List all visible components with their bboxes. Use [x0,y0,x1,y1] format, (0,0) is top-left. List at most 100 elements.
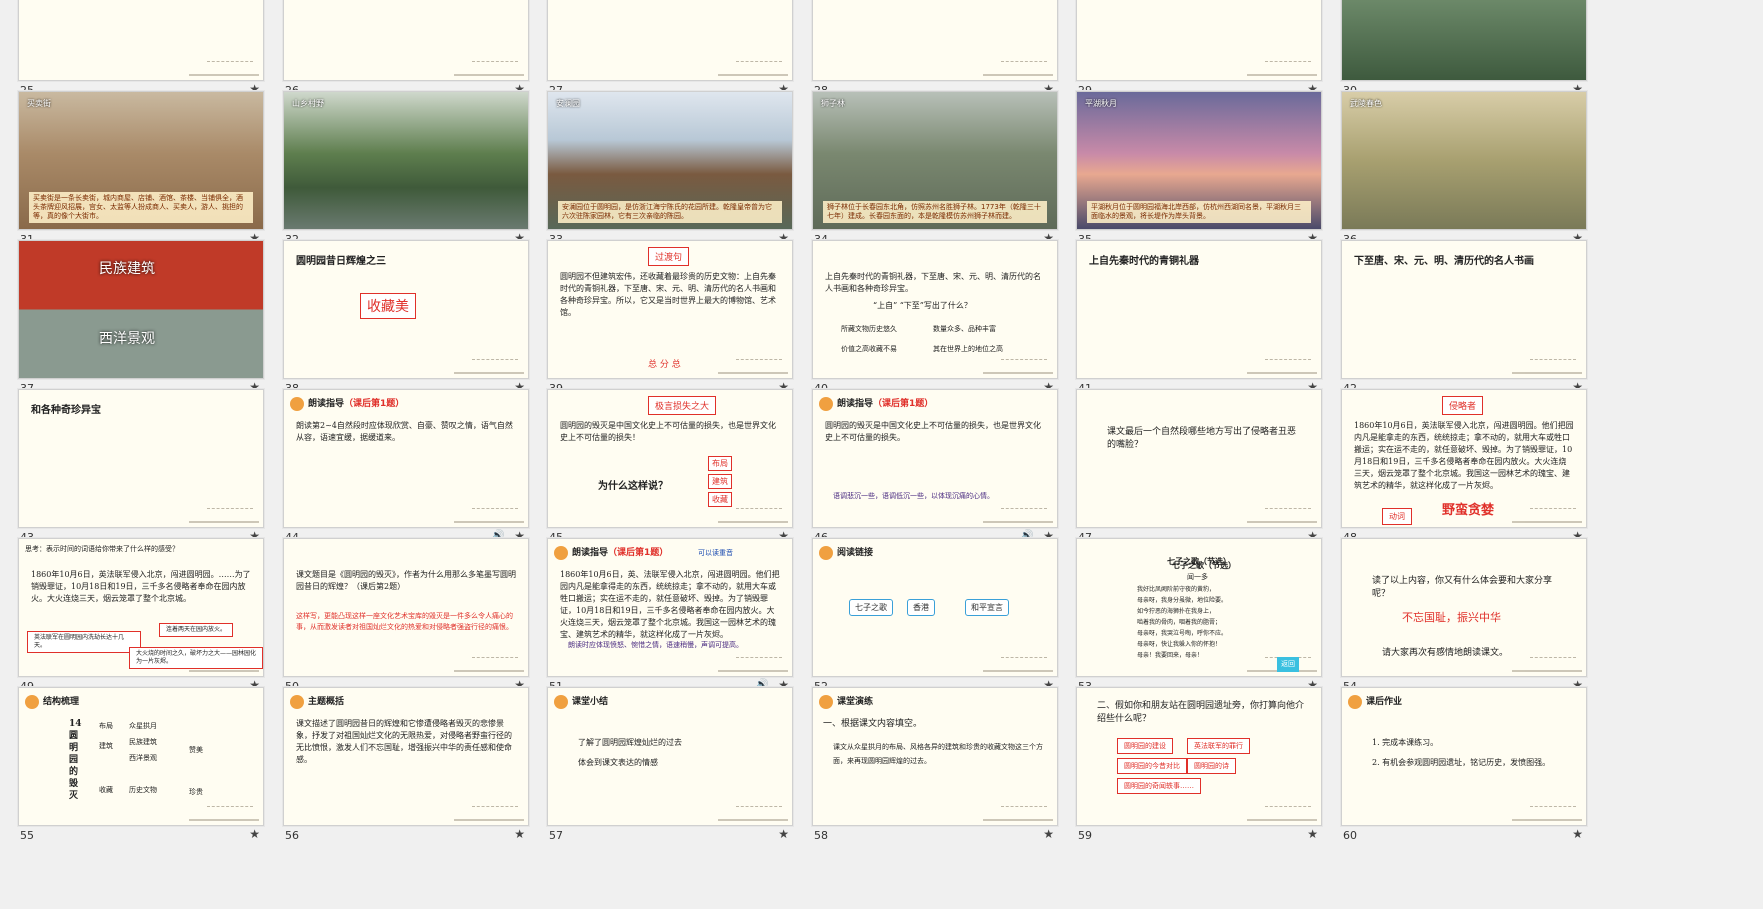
intro-topic: 圆明园的奇闻轶事…… [1117,778,1201,794]
slide-cell-34[interactable]: 狮子林 狮子林位于长春园东北角，仿照苏州名胜狮子林。1773年（乾隆三十七年）建成… [812,91,1060,258]
slide-thumbnail[interactable]: 狮子林 狮子林位于长春园东北角，仿照苏州名胜狮子林。1773年（乾隆三十七年）建成… [812,91,1058,230]
slide-thumbnail[interactable]: 上自先秦时代的青铜礼器，下至唐、宋、元、明、清历代的名人书画和各种奇珍异宝。 “上… [812,240,1058,379]
slide-cell-46[interactable]: 朗读指导（课后第1题） 圆明园的毁灭是中国文化史上不可估量的损失，也是世界文化史上… [812,389,1060,556]
slide-thumbnail[interactable]: 主题概括 课文描述了圆明园昔日的辉煌和它惨遭侵略者毁灭的悲惨景象，抒发了对祖国灿烂… [283,687,529,826]
slide-cell-38[interactable]: 圆明园昔日辉煌之三收藏美38★ [283,240,531,407]
slide-thumbnail[interactable]: 上自先秦时代的青铜礼器 [1076,240,1322,379]
slide-thumbnail[interactable]: 总特点 [283,0,529,81]
slide-thumbnail[interactable]: 侵略者 1860年10月6日，英法联军侵入北京，闯进圆明园。他们把园内凡是能拿走的… [1341,389,1587,528]
ink-landscape-decoration [718,354,788,374]
slide-thumbnail[interactable]: 宏大众星拱月 [547,0,793,81]
star-icon[interactable]: ★ [1307,827,1318,841]
slide-photo-title: 安澜园 [556,99,580,108]
slide-photo-title: 平湖秋月 [1085,99,1117,108]
slide-thumbnail[interactable]: 课后作业 1. 完成本课练习。 2. 有机会参观圆明园遗址，铭记历史，发愤图强。 [1341,687,1587,826]
slide-cell-59[interactable]: 二、假如你和朋友站在圆明园遗址旁，你打算向他介绍些什么呢？ 圆明园的建设 英法联军的… [1076,687,1324,854]
slide-cell-58[interactable]: 课堂演练一、根据课文内容填空。课文从众星拱月的布局、风格各异的建筑和珍贵的收藏文… [812,687,1060,854]
slide-cell-60[interactable]: 课后作业 1. 完成本课练习。 2. 有机会参观圆明园遗址，铭记历史，发愤图强。 60… [1341,687,1589,854]
slide-thumbnail[interactable] [1341,0,1587,81]
ink-landscape-decoration [1247,56,1317,76]
slide-thumbnail[interactable]: 武陵春色 [1341,91,1587,230]
slide-thumbnail[interactable]: 下至唐、宋、元、明、清历代的名人书画 [1341,240,1587,379]
poem-author: 闻一多 [1187,573,1208,581]
slide-thumbnail[interactable] [812,0,1058,81]
slide-thumbnail[interactable]: 朗读指导（课后第1题） 可以读重音 1860年10月6日，英、法联军侵入北京，闯进圆… [547,538,793,677]
aspect-tag: 收藏 [708,492,732,507]
slide-thumbnail[interactable]: 朗读指导（课后第1题） 圆明园的毁灭是中国文化史上不可估量的损失，也是世界文化史上… [812,389,1058,528]
structure-node: 建筑 [99,742,113,750]
structure-node: 赞美 [189,746,203,754]
slide-thumbnail[interactable]: 阅读链接七子之歌 香港 和平宣言 [812,538,1058,677]
slide-cell-52[interactable]: 阅读链接七子之歌香港和平宣言52★ [812,538,1060,705]
reading-link-pill[interactable]: 七子之歌 [849,599,893,616]
slide-cell-32[interactable]: 山乡村野32★ [283,91,531,258]
slide-cell-36[interactable]: 武陵春色36★ [1341,91,1589,258]
slide-cell-44[interactable]: 朗读指导（课后第1题） 朗读第2~4自然段时应体现欣赏、自豪、赞叹之情，语气自然从… [283,389,531,556]
poem-line: 母亲！我要回来，母亲！ [1137,652,1204,659]
slide-cell-42[interactable]: 下至唐、宋、元、明、清历代的名人书画42★ [1341,240,1589,407]
slide-cell-31[interactable]: 买卖街 买卖街是一条长卖街，城内商屋、店铺、酒馆、茶楼、当铺俱全，酒头茶牌迎风招展… [18,91,266,258]
slide-cell-55[interactable]: 结构梳理 14圆明园的毁灭 布局 众星拱月 建筑 民族建筑 西洋景观 收藏 历史文物 赞美 珍贵 55… [18,687,266,854]
ink-landscape-decoration [718,652,788,672]
slide-thumbnail[interactable]: 朗读指导（课后第1题） 朗读第2~4自然段时应体现欣赏、自豪、赞叹之情，语气自然从… [283,389,529,528]
slide-thumbnail[interactable]: 风格多样中外风景名胜幻想的境界 [1076,0,1322,81]
star-icon[interactable]: ★ [249,827,260,841]
ink-landscape-decoration [454,801,524,821]
fill-in-text: 课文从众星拱月的布局、风格各异的建筑和珍贵的收藏文物这三个方面，来再现圆明园辉煌… [833,743,1043,765]
slide-cell-51[interactable]: 朗读指导（课后第1题） 可以读重音 1860年10月6日，英、法联军侵入北京，闯进圆… [547,538,795,705]
slide-thumbnail[interactable]: 和各种奇珍异宝 [18,389,264,528]
slide-thumbnail[interactable]: 圆明园昔日辉煌之三 收藏美 [283,240,529,379]
reading-link-pill[interactable]: 和平宣言 [965,599,1009,616]
slide-cell-57[interactable]: 课堂小结 了解了圆明园辉煌灿烂的过去 体会到课文表达的情感 57 ★ [547,687,795,854]
slide-thumbnail[interactable]: 读了以上内容，你又有什么体会要和大家分享呢？ 请大家再次有感情地朗读课文。 不忘国耻… [1341,538,1587,677]
slide-body-text: 一、根据课文内容填空。 [823,719,923,729]
slide-thumbnail[interactable]: 平湖秋月 平湖秋月位于圆明园福海北岸西部，仿杭州西湖同名景，平湖秋月三面临水的景观… [1076,91,1322,230]
section-header: 课堂演练 [819,694,873,709]
ink-landscape-decoration [983,354,1053,374]
header-label: 阅读链接 [837,548,874,558]
section-header: 课后作业 [1348,694,1402,709]
slide-cell-33[interactable]: 安澜园 安澜园位于圆明园，是仿浙江海宁陈氏的花园所建。乾隆皇帝曾为它六次驻陈家园林… [547,91,795,258]
slide-thumbnail[interactable]: 买卖街 买卖街是一条长卖街，城内商屋、店铺、酒馆、茶楼、当铺俱全，酒头茶牌迎风招展… [18,91,264,230]
slide-thumbnail[interactable]: 二、假如你和朋友站在圆明园遗址旁，你打算向他介绍些什么呢？ 圆明园的建设 英法联军的… [1076,687,1322,826]
slide-thumbnail[interactable]: 过渡句 圆明园不但建筑宏伟，还收藏着最珍贵的历史文物：上自先秦时代的青铜礼器，下至… [547,240,793,379]
slide-thumbnail[interactable]: 极言损失之大 圆明园的毁灭是中国文化史上不可估量的损失，也是世界文化史上不可估量的… [547,389,793,528]
slide-thumbnail[interactable]: 七子之歌（节选） 七子之歌（节选） 闻一多 我好比凤阙阶前守夜的黄豹， 母亲呀，我身分虽… [1076,538,1322,677]
answer-text: 这样写，更能凸现这样一座文化艺术宝库的毁灭是一件多么令人痛心的事，从而激发读者对… [296,612,513,631]
slide-thumbnail[interactable]: 安澜园 安澜园位于圆明园，是仿浙江海宁陈氏的花园所建。乾隆皇帝曾为它六次驻陈家园林… [547,91,793,230]
intro-topic: 圆明园的诗 [1187,758,1236,774]
structure-node: 西洋景观 [129,754,157,762]
star-icon[interactable]: ★ [1043,827,1054,841]
slide-cell-43[interactable]: 和各种奇珍异宝43★ [18,389,266,556]
slide-cell-47[interactable]: 课文最后一个自然段哪些地方写出了侵略者丑恶的嘴脸？47★ [1076,389,1324,556]
ink-landscape-decoration [1247,801,1317,821]
slide-cell-56[interactable]: 主题概括 课文描述了圆明园昔日的辉煌和它惨遭侵略者毁灭的悲惨景象，抒发了对祖国灿烂… [283,687,531,854]
slide-cell-54[interactable]: 读了以上内容，你又有什么体会要和大家分享呢？ 请大家再次有感情地朗读课文。 不忘国耻… [1341,538,1589,705]
slide-thumbnail[interactable] [18,0,264,81]
slide-cell-40[interactable]: 上自先秦时代的青铜礼器，下至唐、宋、元、明、清历代的名人书画和各种奇珍异宝。 “上… [812,240,1060,407]
star-icon[interactable]: ★ [514,827,525,841]
slide-cell-50[interactable]: 课文题目是《圆明园的毁灭》，作者为什么用那么多笔墨写圆明园昔日的辉煌？（课后第2… [283,538,531,705]
speaker-icon [819,396,833,411]
slide-cell-37[interactable]: 民族建筑西洋景观37★ [18,240,266,407]
slide-cell-49[interactable]: 1860年10月6日，英法联军侵入北京，闯进圆明园。……为了销毁罪证，10月18… [18,538,266,705]
slide-cell-39[interactable]: 过渡句 圆明园不但建筑宏伟，还收藏着最珍贵的历史文物：上自先秦时代的青铜礼器，下至… [547,240,795,407]
slide-thumbnail[interactable]: 课堂小结 了解了圆明园辉煌灿烂的过去 体会到课文表达的情感 [547,687,793,826]
slide-cell-53[interactable]: 七子之歌（节选） 七子之歌（节选） 闻一多 我好比凤阙阶前守夜的黄豹， 母亲呀，我身分虽… [1076,538,1324,705]
slide-thumbnail[interactable]: 结构梳理 14圆明园的毁灭 布局 众星拱月 建筑 民族建筑 西洋景观 收藏 历史文物 赞美 珍贵 [18,687,264,826]
slide-cell-45[interactable]: 极言损失之大 圆明园的毁灭是中国文化史上不可估量的损失，也是世界文化史上不可估量的… [547,389,795,556]
star-icon[interactable]: ★ [1572,827,1583,841]
slide-thumbnail[interactable]: 课文最后一个自然段哪些地方写出了侵略者丑恶的嘴脸？ [1076,389,1322,528]
slide-thumbnail[interactable]: 课文题目是《圆明园的毁灭》，作者为什么用那么多笔墨写圆明园昔日的辉煌？（课后第2… [283,538,529,677]
slide-thumbnail[interactable]: 1860年10月6日，英法联军侵入北京，闯进圆明园。……为了销毁罪证，10月18… [18,538,264,677]
slide-thumbnail[interactable]: 山乡村野 [283,91,529,230]
reading-link-pill[interactable]: 香港 [907,599,935,616]
slide-cell-41[interactable]: 上自先秦时代的青铜礼器41★ [1076,240,1324,407]
star-icon[interactable]: ★ [778,827,789,841]
slide-thumbnail[interactable]: 民族建筑 西洋景观 [18,240,264,379]
slide-cell-48[interactable]: 侵略者 1860年10月6日，英法联军侵入北京，闯进圆明园。他们把园内凡是能拿走的… [1341,389,1589,556]
slide-cell-35[interactable]: 平湖秋月 平湖秋月位于圆明园福海北岸西部，仿杭州西湖同名景，平湖秋月三面临水的景观… [1076,91,1324,258]
back-button[interactable]: 返回 [1277,657,1299,672]
ink-landscape-decoration [983,503,1053,523]
slide-thumbnail[interactable]: 课堂演练一、根据课文内容填空。课文从众星拱月的布局、风格各异的建筑和珍贵的收藏文… [812,687,1058,826]
